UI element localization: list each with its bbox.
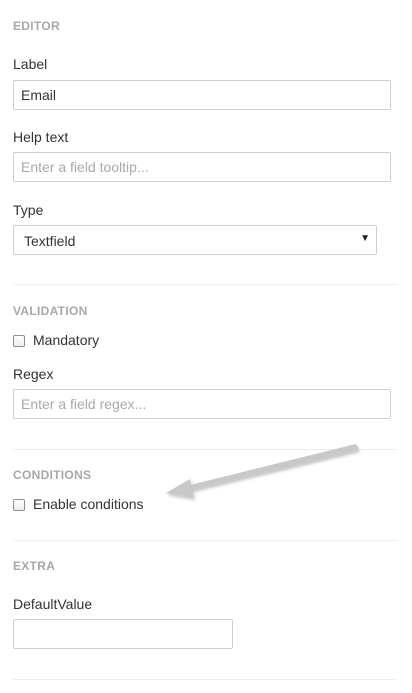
annotation-arrow-icon <box>166 444 359 498</box>
